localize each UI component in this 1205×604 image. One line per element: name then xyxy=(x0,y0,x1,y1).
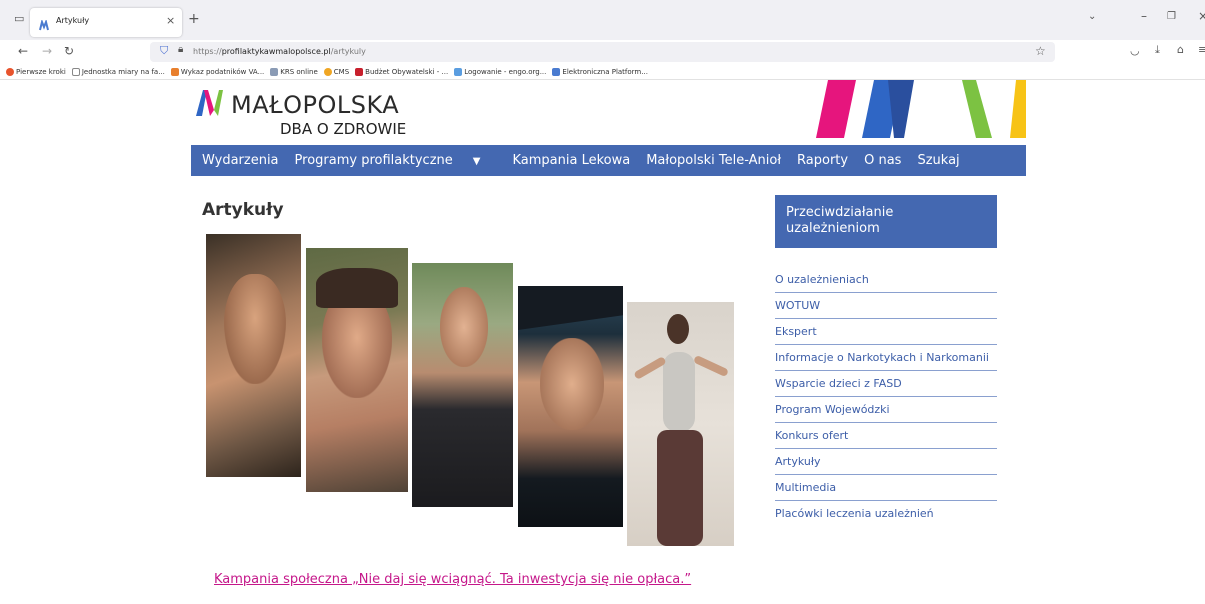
url-bar[interactable]: ⛉ 🔒︎ https://profilaktykawmalopolsce.pl/… xyxy=(150,42,1055,62)
tab-bar: ▭ Artykuły × + ⌄ – ❐ × xyxy=(0,0,1205,40)
article-photo-woman[interactable] xyxy=(306,248,408,492)
nav-item-raporty[interactable]: Raporty xyxy=(797,153,848,168)
site-favicon-icon xyxy=(39,16,50,31)
close-window-icon[interactable]: × xyxy=(1198,10,1205,22)
sidebar-item-konkurs[interactable]: Konkurs ofert xyxy=(775,423,997,449)
tab-overflow-chevron-icon[interactable]: ⌄ xyxy=(1088,12,1096,22)
nav-item-wydarzenia[interactable]: Wydarzenia xyxy=(202,153,279,168)
sidebar-heading[interactable]: Przeciwdziałanie uzależnieniom xyxy=(775,195,997,248)
bookmark-item[interactable]: KRS online xyxy=(270,67,318,76)
nav-item-szukaj[interactable]: Szukaj xyxy=(917,153,959,168)
sidebar-item-wotuw[interactable]: WOTUW xyxy=(775,293,997,319)
bookmark-item[interactable]: Pierwsze kroki xyxy=(6,67,66,76)
url-text[interactable]: https://profilaktykawmalopolsce.pl/artyk… xyxy=(193,47,366,56)
reload-icon[interactable]: ↻ xyxy=(64,45,74,57)
logo-title[interactable]: MAŁOPOLSKA xyxy=(231,91,399,119)
bookmark-item[interactable]: Logowanie - engo.org... xyxy=(454,67,546,76)
bookmark-star-icon[interactable]: ☆ xyxy=(1035,45,1046,57)
bookmark-item[interactable]: CMS xyxy=(323,67,349,76)
bookmark-item[interactable]: Elektroniczna Platform... xyxy=(552,67,648,76)
close-tab-icon[interactable]: × xyxy=(166,14,175,27)
sidebar-item-artykuly[interactable]: Artykuły xyxy=(775,449,997,475)
sidebar-item-multimedia[interactable]: Multimedia xyxy=(775,475,997,501)
sidebar-item-placowki[interactable]: Placówki leczenia uzależnień xyxy=(775,501,997,527)
sidebar-item-o-uzaleznieniach[interactable]: O uzależnieniach xyxy=(775,267,997,293)
bookmarks-bar: Pierwsze kroki Jednostka miary na fa... … xyxy=(0,64,1205,80)
sidebar-item-ekspert[interactable]: Ekspert xyxy=(775,319,997,345)
article-photo-man[interactable] xyxy=(206,234,301,477)
bookmark-item[interactable]: Wykaz podatników VA... xyxy=(170,67,264,76)
nav-item-tele-aniol[interactable]: Małopolski Tele-Anioł xyxy=(646,153,781,168)
chevron-down-icon: ▼ xyxy=(472,156,481,167)
tab-list-icon[interactable]: ▭ xyxy=(14,13,24,24)
brand-stripes-graphic xyxy=(816,80,1026,138)
logo-mark-icon xyxy=(196,90,224,116)
page-title: Artykuły xyxy=(202,200,284,220)
menu-icon[interactable]: ≡ xyxy=(1198,44,1205,55)
restore-icon[interactable]: ❐ xyxy=(1167,12,1176,22)
logo-subtitle: DBA O ZDROWIE xyxy=(280,120,407,138)
sidebar-item-program[interactable]: Program Wojewódzki xyxy=(775,397,997,423)
nav-item-o-nas[interactable]: O nas xyxy=(864,153,901,168)
new-tab-icon[interactable]: + xyxy=(188,12,200,26)
bookmark-item[interactable]: Jednostka miary na fa... xyxy=(71,67,165,76)
back-arrow-icon[interactable]: ← xyxy=(18,45,28,57)
lock-icon[interactable]: 🔒︎ xyxy=(178,45,183,55)
forward-arrow-icon[interactable]: → xyxy=(42,45,52,57)
tab-title: Artykuły xyxy=(56,16,90,25)
minimize-icon[interactable]: – xyxy=(1141,10,1147,22)
article-photo-graduate[interactable] xyxy=(518,286,623,527)
shield-icon[interactable]: ⛉ xyxy=(160,45,168,56)
campaign-link[interactable]: Kampania społeczna „Nie daj się wciągnąć… xyxy=(214,572,691,587)
pocket-icon[interactable]: ◡ xyxy=(1130,45,1140,56)
sidebar-item-informacje[interactable]: Informacje o Narkotykach i Narkomanii xyxy=(775,345,997,371)
download-icon[interactable]: ⤓ xyxy=(1155,44,1160,55)
article-photo-young-man[interactable] xyxy=(412,263,513,507)
main-navigation: Wydarzenia Programy profilaktyczne ▼ Kamp… xyxy=(191,145,1026,176)
nav-item-programy[interactable]: Programy profilaktyczne ▼ xyxy=(295,153,497,168)
sidebar-menu: O uzależnieniach WOTUW Ekspert Informacj… xyxy=(775,267,997,527)
tab-artykuly[interactable]: Artykuły × xyxy=(30,8,182,37)
bookmark-item[interactable]: Budżet Obywatelski - ... xyxy=(355,67,448,76)
sidebar-item-fasd[interactable]: Wsparcie dzieci z FASD xyxy=(775,371,997,397)
nav-item-kampania-lekowa[interactable]: Kampania Lekowa xyxy=(512,153,630,168)
article-photo-dancer[interactable] xyxy=(627,302,734,546)
extensions-icon[interactable]: ⌂ xyxy=(1177,44,1184,55)
